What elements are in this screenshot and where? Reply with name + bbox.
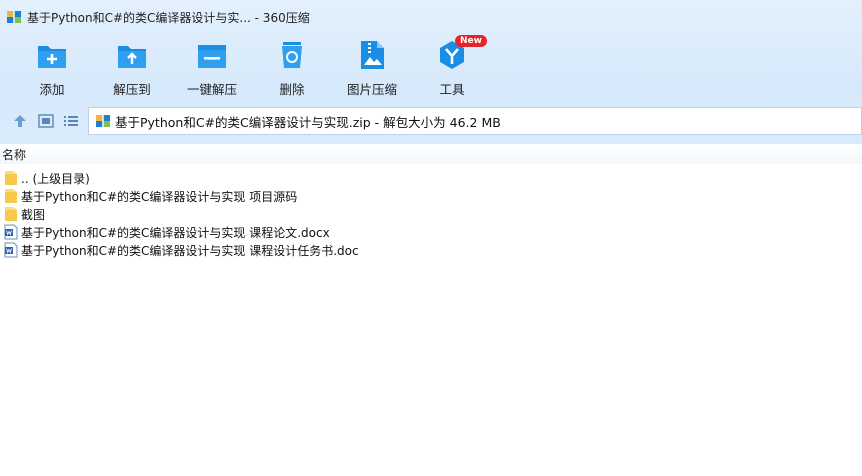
name-column-header[interactable]: 名称 — [0, 146, 862, 164]
list-item-name: 截图 — [21, 207, 46, 222]
address-text: 基于Python和C#的类C编译器设计与实现.zip - 解包大小为 46.2 … — [115, 114, 501, 130]
list-item[interactable]: 基于Python和C#的类C编译器设计与实现 项目源码 — [0, 187, 862, 205]
list-item[interactable]: 基于Python和C#的类C编译器设计与实现 课程设计任务书.doc — [0, 241, 862, 259]
add-button[interactable]: 添加 — [12, 36, 92, 98]
delete-button[interactable]: 删除 — [252, 36, 332, 98]
toolbar: 添加 解压到 一键解压 删除 图片压缩 New 工具 — [0, 35, 862, 98]
thumbnail-view-icon[interactable] — [37, 112, 55, 130]
up-arrow-icon[interactable] — [11, 112, 29, 130]
add-label: 添加 — [39, 82, 65, 97]
extract-to-icon — [118, 46, 146, 68]
delete-label: 删除 — [279, 82, 305, 97]
new-badge: New — [455, 35, 487, 47]
navigation-row: 基于Python和C#的类C编译器设计与实现.zip - 解包大小为 46.2 … — [0, 106, 862, 136]
one-click-extract-label: 一键解压 — [186, 82, 237, 97]
image-compress-label: 图片压缩 — [346, 82, 397, 97]
zip-archive-icon — [96, 115, 110, 127]
tools-icon-wrap: New — [436, 35, 487, 71]
add-icon — [38, 46, 66, 68]
list-item-name: 基于Python和C#的类C编译器设计与实现 课程论文.docx — [21, 225, 330, 240]
one-click-extract-icon — [198, 45, 226, 68]
top-chrome: 基于Python和C#的类C编译器设计与实... - 360压缩 添加 解压到 — [0, 0, 862, 144]
image-compress-icon — [361, 41, 384, 69]
window-title: 基于Python和C#的类C编译器设计与实... - 360压缩 — [27, 10, 310, 25]
name-column-label: 名称 — [2, 148, 27, 162]
list-item[interactable]: 基于Python和C#的类C编译器设计与实现 课程论文.docx — [0, 223, 862, 241]
list-item-name: 基于Python和C#的类C编译器设计与实现 项目源码 — [21, 189, 298, 204]
file-list: .. (上级目录) 基于Python和C#的类C编译器设计与实现 项目源码 截图… — [0, 169, 862, 259]
list-item-name: 基于Python和C#的类C编译器设计与实现 课程设计任务书.doc — [21, 243, 359, 258]
image-compress-button[interactable]: 图片压缩 — [332, 36, 412, 98]
title-bar: 基于Python和C#的类C编译器设计与实... - 360压缩 — [0, 0, 862, 34]
address-bar[interactable]: 基于Python和C#的类C编译器设计与实现.zip - 解包大小为 46.2 … — [88, 107, 862, 135]
tools-label: 工具 — [439, 82, 465, 97]
delete-icon — [282, 42, 302, 68]
list-item-name: .. (上级目录) — [21, 171, 90, 186]
folder-icon — [5, 171, 17, 185]
folder-icon — [5, 189, 17, 203]
extract-to-button[interactable]: 解压到 — [92, 36, 172, 98]
word-document-icon — [4, 242, 18, 258]
list-item-parent-folder[interactable]: .. (上级目录) — [0, 169, 862, 187]
folder-icon — [5, 207, 17, 221]
tools-button[interactable]: New 工具 — [412, 35, 492, 98]
list-item[interactable]: 截图 — [0, 205, 862, 223]
extract-to-label: 解压到 — [113, 82, 151, 97]
one-click-extract-button[interactable]: 一键解压 — [172, 36, 252, 98]
archive-app-icon — [7, 11, 21, 23]
list-view-icon[interactable] — [62, 112, 80, 130]
word-document-icon — [4, 224, 18, 240]
